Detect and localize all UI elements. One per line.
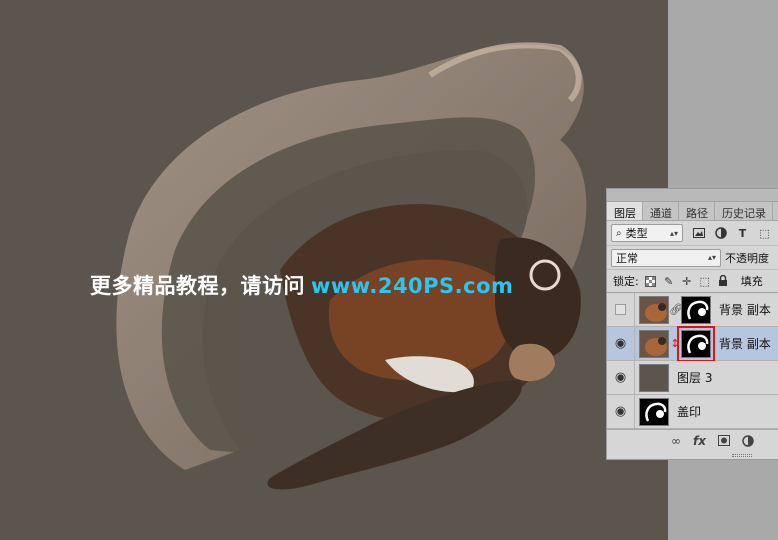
visibility-toggle[interactable]: ◉ xyxy=(607,361,635,394)
fx-icon[interactable]: fx xyxy=(693,434,706,448)
adjustment-layer-icon[interactable] xyxy=(742,434,754,447)
layers-panel: 图层 通道 路径 历史记录 ⌕ 类型 ▴▾ T ⬚ 正常 ▴▾ 不透明度 锁定:… xyxy=(606,188,778,460)
panel-tabs: 图层 通道 路径 历史记录 xyxy=(607,202,778,221)
tab-channels[interactable]: 通道 xyxy=(643,202,679,220)
lock-all-icon[interactable] xyxy=(717,275,729,287)
fill-label: 填充 xyxy=(740,275,763,288)
link-icon[interactable]: ↕ xyxy=(669,337,681,350)
layer-thumbnail[interactable] xyxy=(639,363,669,392)
type-filter-icon[interactable]: T xyxy=(736,227,749,240)
layer-thumbnail[interactable] xyxy=(639,329,669,358)
layer-name: 背景 副本 xyxy=(719,337,771,351)
eye-icon[interactable]: ◉ xyxy=(615,404,626,419)
filter-kind-label: 类型 xyxy=(625,227,648,240)
visibility-empty-box[interactable] xyxy=(615,304,626,315)
layer-name: 图层 3 xyxy=(677,371,713,385)
layer-mask-thumbnail[interactable] xyxy=(677,325,715,362)
panel-bottom-bar: ∞ fx xyxy=(607,429,778,457)
visibility-toggle[interactable] xyxy=(607,293,635,326)
layer-thumbnail[interactable] xyxy=(639,295,669,324)
filter-row: ⌕ 类型 ▴▾ T ⬚ xyxy=(607,221,778,245)
link-layers-icon[interactable]: ∞ xyxy=(671,434,681,448)
canvas[interactable]: 更多精品教程，请访问 www.240PS.com xyxy=(0,0,668,540)
layer-mask-thumbnail[interactable] xyxy=(681,295,711,324)
watermark-url[interactable]: www.240PS.com xyxy=(311,274,513,298)
layer-name: 背景 副本 xyxy=(719,303,771,317)
layer-row[interactable]: ◉ 盖印 xyxy=(607,395,778,429)
lock-brush-icon[interactable]: ✎ xyxy=(663,275,675,288)
tab-history[interactable]: 历史记录 xyxy=(715,202,773,220)
lock-label: 锁定: xyxy=(613,275,639,288)
filter-kind-select[interactable]: ⌕ 类型 ▴▾ xyxy=(611,224,683,242)
watermark-chinese: 更多精品教程，请访问 xyxy=(90,274,305,298)
blend-mode-label: 正常 xyxy=(616,251,638,265)
lock-row: 锁定: ✎ ✛ ⬚ 填充 xyxy=(607,269,778,293)
add-mask-icon[interactable] xyxy=(717,435,730,446)
layer-row[interactable]: ◉ 图层 3 xyxy=(607,361,778,395)
layer-thumbnail[interactable] xyxy=(639,397,669,426)
watermark-text: 更多精品教程，请访问 www.240PS.com xyxy=(90,270,513,300)
lock-transparent-icon[interactable] xyxy=(645,275,657,287)
eye-icon[interactable]: ◉ xyxy=(615,336,626,351)
adjustment-filter-icon[interactable] xyxy=(714,227,727,240)
blend-mode-select[interactable]: 正常 ▴▾ xyxy=(611,248,721,267)
opacity-label: 不透明度 xyxy=(725,251,769,265)
tab-paths[interactable]: 路径 xyxy=(679,202,715,220)
search-icon: ⌕ xyxy=(616,227,622,239)
visibility-toggle[interactable]: ◉ xyxy=(607,395,635,428)
eye-icon[interactable]: ◉ xyxy=(615,370,626,385)
updown-arrow-icon: ▴▾ xyxy=(707,253,716,262)
blend-row: 正常 ▴▾ 不透明度 xyxy=(607,245,778,269)
pixel-filter-icon[interactable] xyxy=(692,227,705,240)
updown-arrow-icon: ▴▾ xyxy=(669,228,678,238)
link-icon[interactable]: 🔗︎ xyxy=(669,303,683,316)
layer-row[interactable]: 🔗︎ 背景 副本 xyxy=(607,293,778,327)
tab-layers[interactable]: 图层 xyxy=(607,202,643,220)
lock-move-icon[interactable]: ✛ xyxy=(681,275,693,288)
panel-resize-grip[interactable] xyxy=(732,454,752,457)
panel-header-strip xyxy=(607,189,778,202)
lock-artboard-icon[interactable]: ⬚ xyxy=(699,275,711,288)
layer-row-selected[interactable]: ◉ ↕ 背景 副本 xyxy=(607,325,778,362)
layer-name: 盖印 xyxy=(677,405,702,419)
visibility-toggle[interactable]: ◉ xyxy=(607,327,635,360)
shape-filter-icon[interactable]: ⬚ xyxy=(758,227,771,240)
